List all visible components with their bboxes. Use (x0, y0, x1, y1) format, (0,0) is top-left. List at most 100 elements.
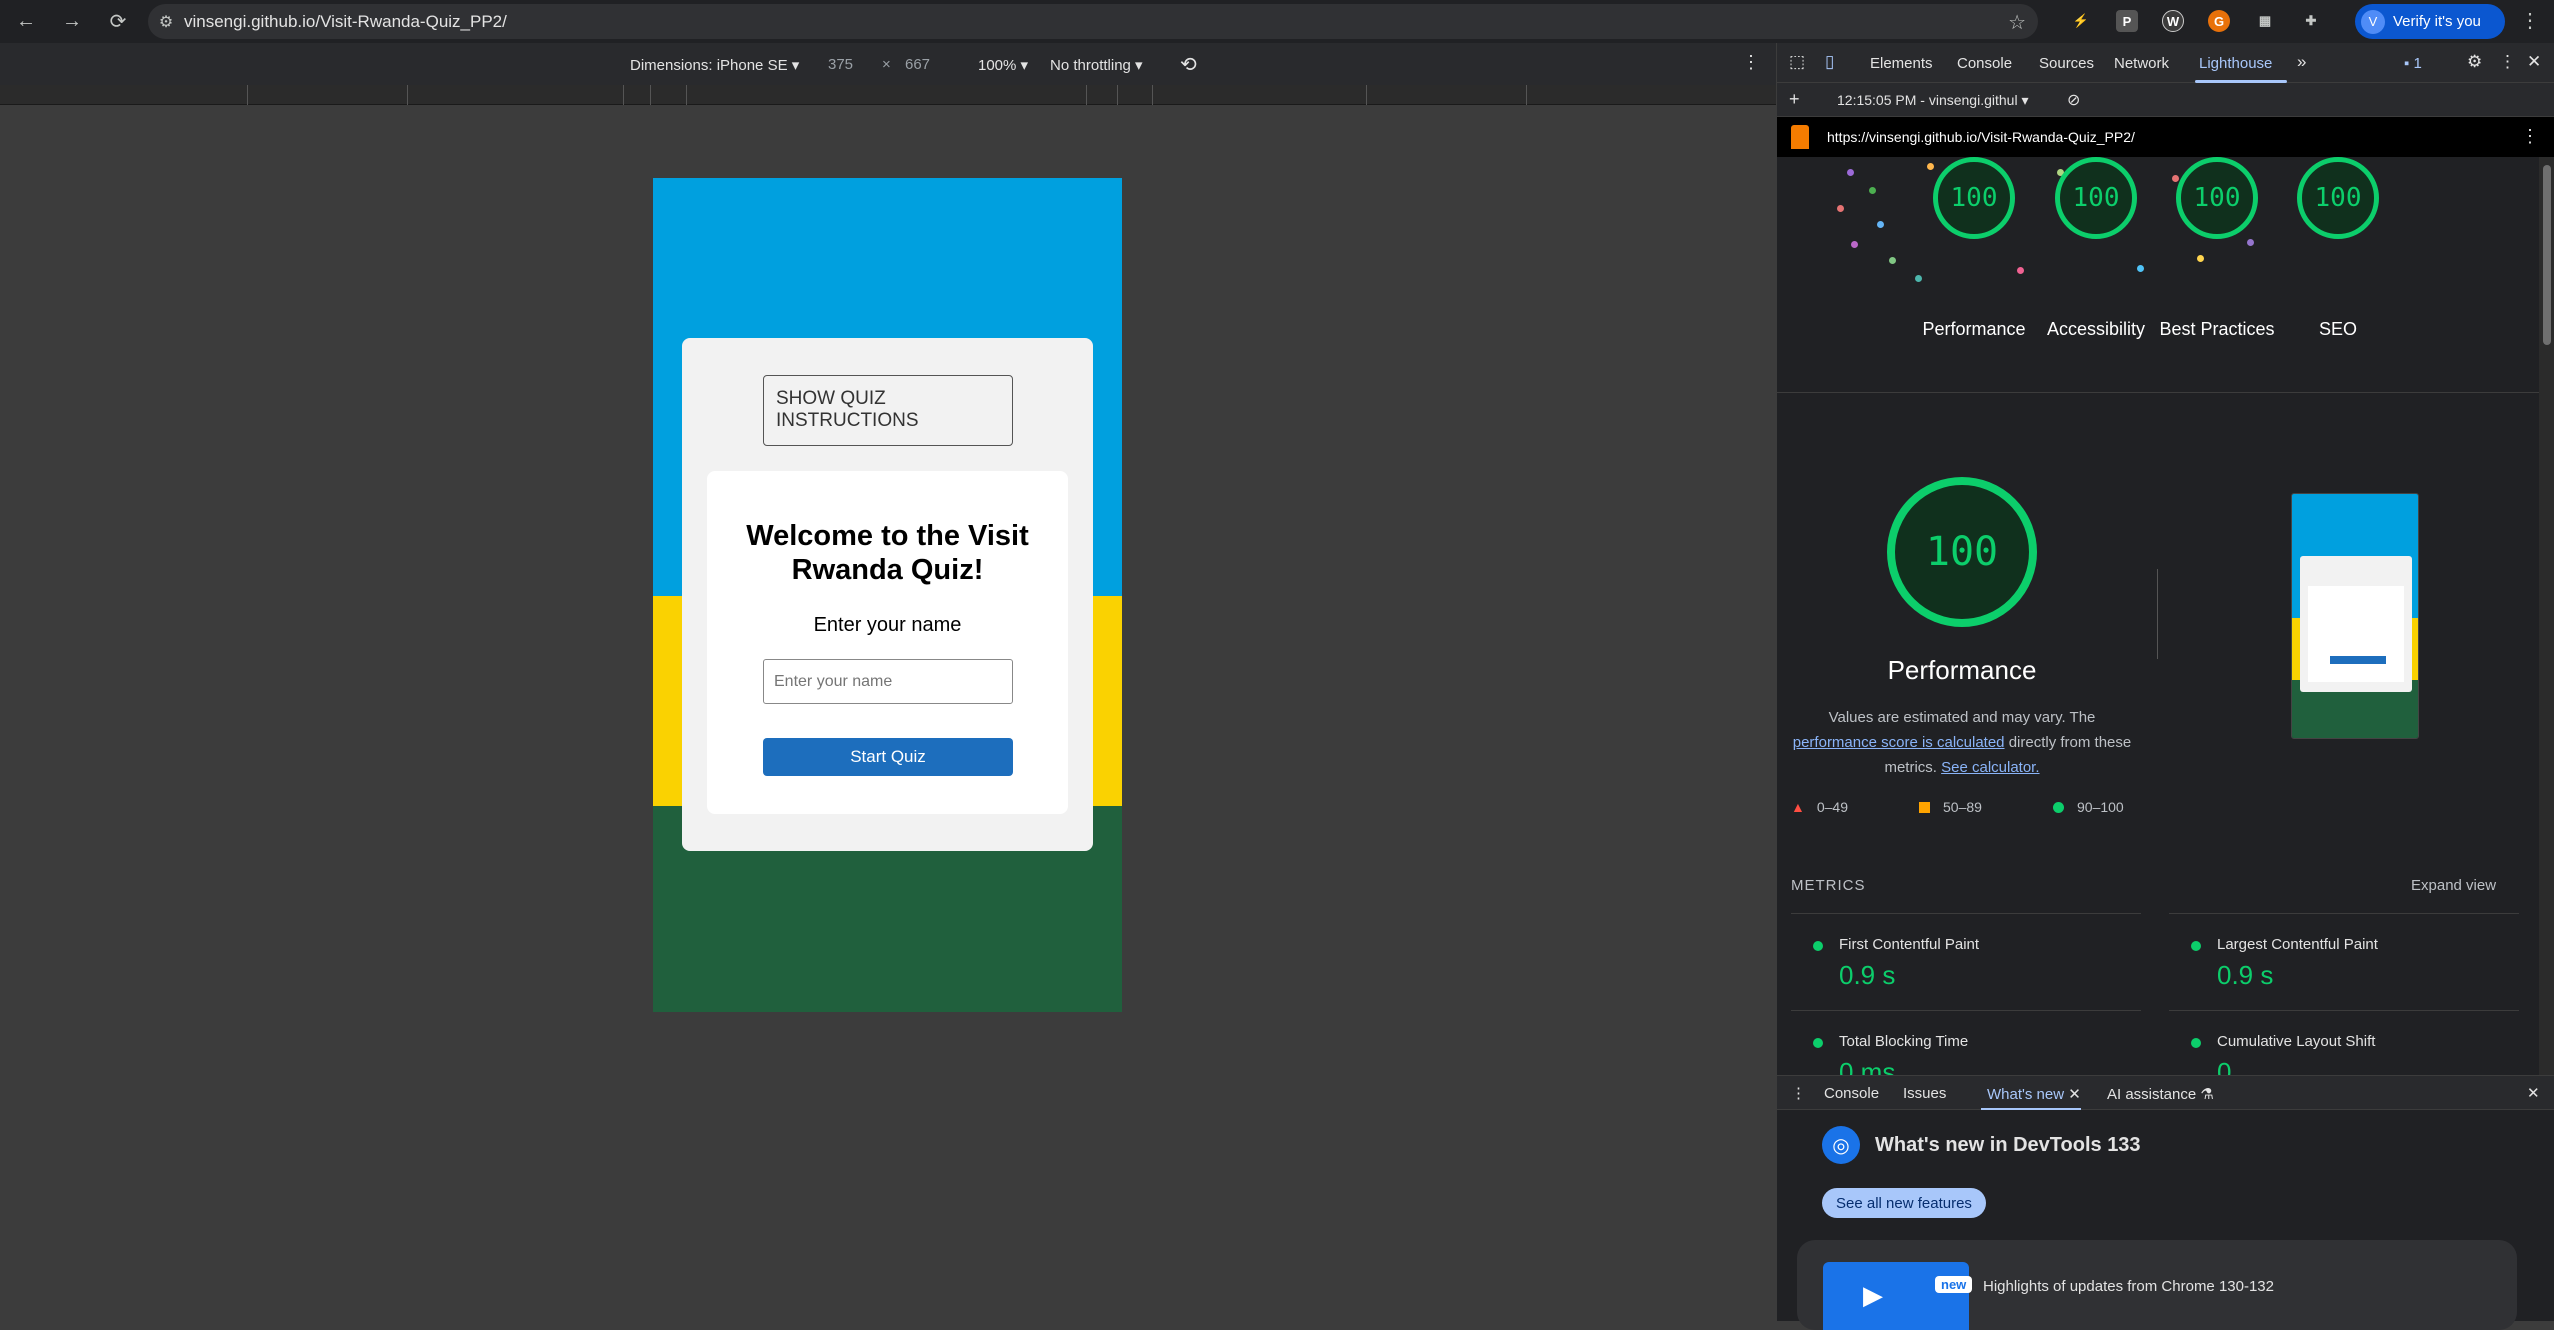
bookmark-star-icon[interactable]: ☆ (2008, 10, 2026, 35)
extensions-puzzle-icon[interactable]: ✚ (2300, 10, 2322, 32)
profile-verify-button[interactable]: V Verify it's you (2355, 4, 2505, 39)
lighthouse-logo-icon (1791, 125, 1809, 149)
legend-fail-label: 0–49 (1816, 799, 1849, 815)
metric-value: 0.9 s (1839, 960, 1896, 990)
ruler-tick (650, 85, 651, 105)
tab-network[interactable]: Network (2114, 55, 2169, 72)
verify-label: Verify it's you (2393, 13, 2481, 30)
extension-icon-4[interactable]: G (2208, 10, 2230, 32)
name-input[interactable]: Enter your name (763, 659, 1013, 704)
height-input[interactable]: 667 (905, 56, 930, 73)
settings-gear-icon[interactable]: ⚙ (2467, 52, 2482, 72)
address-bar[interactable]: ⚙ vinsengi.github.io/Visit-Rwanda-Quiz_P… (148, 4, 2038, 39)
highlights-text: Highlights of updates from Chrome 130-13… (1983, 1278, 2274, 1295)
url-text[interactable]: vinsengi.github.io/Visit-Rwanda-Quiz_PP2… (184, 12, 507, 32)
score-label-seo: SEO (2318, 319, 2357, 339)
extension-icon-2[interactable]: P (2116, 10, 2138, 32)
confetti-dot (1877, 221, 1884, 228)
inspect-icon[interactable]: ⬚ (1789, 52, 1805, 72)
device-toolbar: Dimensions: iPhone SE ▾ 375 × 667 100% ▾… (0, 43, 1776, 85)
page-screenshot-thumbnail[interactable] (2291, 493, 2419, 739)
back-icon[interactable]: ← (8, 4, 44, 40)
metric-pass-dot (1813, 1038, 1823, 1048)
dimensions-label: Dimensions: iPhone SE (630, 57, 788, 74)
drawer-tab-console[interactable]: Console (1824, 1085, 1879, 1102)
site-info-icon[interactable]: ⚙ (148, 12, 184, 32)
expand-view-toggle[interactable]: Expand view (2411, 877, 2496, 894)
reload-icon[interactable]: ⟳ (100, 4, 136, 40)
thumb-button (2330, 656, 2386, 664)
browser-menu-icon[interactable]: ⋮ (2520, 8, 2540, 33)
metric-value: 0.9 s (2217, 960, 2274, 990)
report-scrollbar[interactable] (2539, 157, 2554, 1117)
metric-name: Total Blocking Time (1839, 1033, 1969, 1050)
score-gauge-accessibility[interactable]: 100 (2055, 157, 2137, 239)
score-label-accessibility: Accessibility (2046, 319, 2146, 339)
devtools-panel: ⬚ ▯ Elements Console Sources Network Lig… (1776, 43, 2554, 1330)
score-label-performance: Performance (1922, 319, 2026, 339)
name-label: Enter your name (813, 614, 962, 636)
scroll-thumb[interactable] (2543, 165, 2551, 345)
score-gauge-performance[interactable]: 100 (1933, 157, 2015, 239)
score-gauge-seo[interactable]: 100 (2297, 157, 2379, 239)
tab-sources[interactable]: Sources (2039, 55, 2094, 72)
close-drawer-icon[interactable]: ✕ (2527, 1084, 2540, 1102)
clear-icon[interactable]: ⊘ (2067, 90, 2080, 110)
drawer-tab-ai-assistance[interactable]: AI assistance ⚗ (2107, 1085, 2214, 1103)
width-input[interactable]: 375 (828, 56, 853, 73)
devtools-tabbar: ⬚ ▯ Elements Console Sources Network Lig… (1777, 43, 2554, 83)
score-gauge-best-practices[interactable]: 100 (2176, 157, 2258, 239)
confetti-dot (1837, 205, 1844, 212)
metric-name: Cumulative Layout Shift (2217, 1033, 2376, 1050)
report-menu-icon[interactable]: ⋮ (2521, 126, 2539, 147)
thumb-inner (2308, 586, 2404, 682)
drawer-menu-icon[interactable]: ⋮ (1791, 1084, 1806, 1102)
start-quiz-button[interactable]: Start Quiz (763, 738, 1013, 776)
metric-pass-dot (2191, 941, 2201, 951)
tab-console[interactable]: Console (1957, 55, 2012, 72)
show-instructions-button[interactable]: SHOW QUIZ INSTRUCTIONS (763, 375, 1013, 446)
drawer-tabbar: ⋮ Console Issues What's new ✕ AI assista… (1777, 1075, 2554, 1111)
drawer-tab-issues[interactable]: Issues (1903, 1085, 1946, 1102)
performance-big-gauge: 100 (1887, 477, 2037, 627)
forward-icon[interactable]: → (54, 4, 90, 40)
ruler-tick (623, 85, 624, 105)
devtools-menu-icon[interactable]: ⋮ (2499, 52, 2516, 72)
welcome-title: Welcome to the Visit Rwanda Quiz! (746, 520, 1029, 586)
highlights-card[interactable]: new ▶ Highlights of updates from Chrome … (1797, 1240, 2517, 1330)
zoom-select[interactable]: 100% ▾ (978, 56, 1028, 74)
close-tab-icon[interactable]: ✕ (2068, 1086, 2081, 1103)
report-select[interactable]: 12:15:05 PM - vinsengi.githul ▾ (1837, 92, 2028, 109)
thumb-card (2300, 556, 2412, 692)
welcome-panel: Welcome to the Visit Rwanda Quiz! Enter … (707, 471, 1068, 814)
extension-icon-1[interactable]: ⚡ (2070, 10, 2092, 32)
throttling-select[interactable]: No throttling ▾ (1050, 56, 1143, 74)
report-url[interactable]: https://vinsengi.github.io/Visit-Rwanda-… (1827, 129, 2135, 145)
divider (1777, 392, 2539, 393)
legend-fail: ▲ 0–49 (1791, 799, 1849, 815)
media-query-ruler[interactable] (0, 85, 1776, 105)
ruler-tick (1117, 85, 1118, 105)
see-all-features-button[interactable]: See all new features (1822, 1188, 1986, 1218)
more-tabs-icon[interactable]: » (2297, 52, 2306, 72)
wordpress-icon[interactable]: W (2162, 10, 2184, 32)
new-report-icon[interactable]: + (1789, 89, 1800, 110)
close-devtools-icon[interactable]: ✕ (2527, 52, 2541, 72)
browser-toolbar: ← → ⟳ ⚙ vinsengi.github.io/Visit-Rwanda-… (0, 0, 2554, 43)
tab-elements[interactable]: Elements (1870, 55, 1933, 72)
drawer-tab-whats-new[interactable]: What's new ✕ (1987, 1085, 2081, 1103)
vertical-divider (2157, 569, 2158, 659)
see-calculator-link[interactable]: See calculator. (1941, 759, 2039, 776)
highlights-image: new ▶ (1823, 1262, 1973, 1330)
rotate-icon[interactable]: ⟲ (1180, 52, 1197, 77)
score-calculated-link[interactable]: performance score is calculated (1793, 734, 2005, 751)
issues-badge[interactable]: ▪ 1 (2404, 55, 2422, 72)
tab-lighthouse[interactable]: Lighthouse (2199, 55, 2272, 72)
device-toggle-icon[interactable]: ▯ (1825, 52, 1834, 72)
calculator-icon[interactable]: ▦ (2254, 10, 2276, 32)
dimensions-select[interactable]: Dimensions: iPhone SE ▾ (630, 56, 799, 74)
device-more-icon[interactable]: ⋮ (1742, 52, 1760, 73)
legend-pass: 90–100 (2053, 799, 2124, 815)
lighthouse-report: 100 Performance 100 Accessibility 100 Be… (1777, 157, 2539, 1117)
report-time: 12:15:05 PM - vinsengi.githul (1837, 92, 2018, 108)
